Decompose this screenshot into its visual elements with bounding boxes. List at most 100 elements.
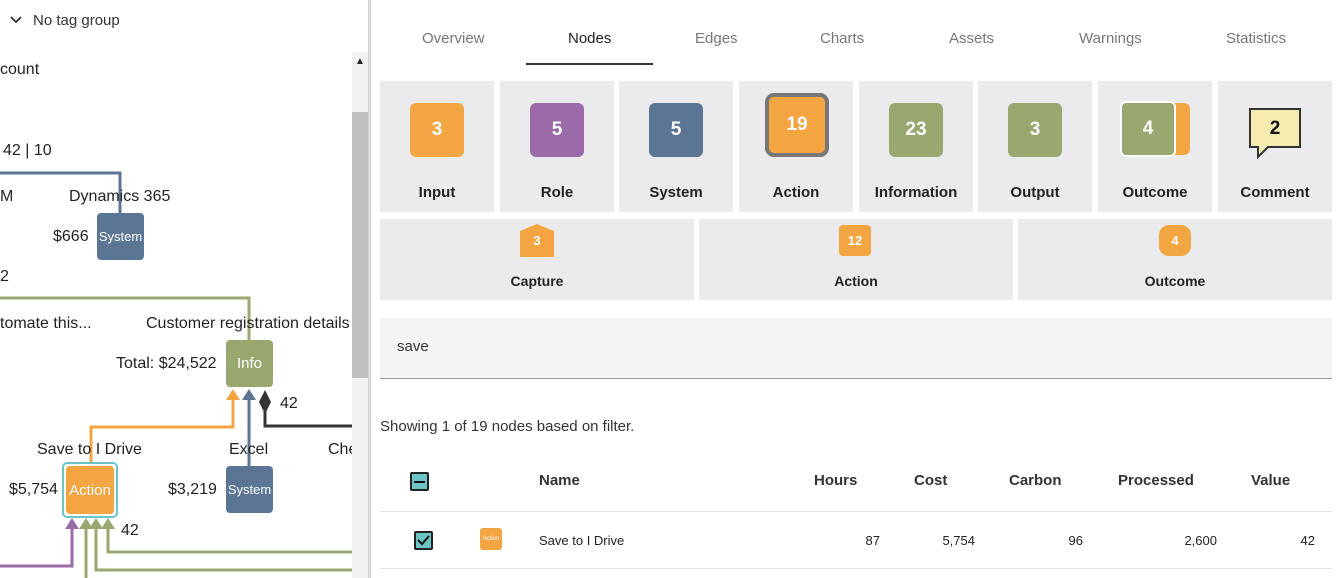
- canvas-scrollbar-thumb[interactable]: [352, 112, 368, 378]
- card-outcome-label: Outcome: [1122, 184, 1188, 201]
- system-node-excel[interactable]: System: [226, 466, 273, 513]
- canvas-label-cost-3219: $3,219: [168, 481, 217, 498]
- tag-group-header[interactable]: No tag group: [0, 0, 352, 40]
- card-output[interactable]: 3 Output: [978, 81, 1092, 212]
- arrow-head-green-c: [101, 518, 115, 529]
- process-map-canvas[interactable]: count 42 | 10 M Dynamics 365 $666 System…: [0, 0, 352, 578]
- card-output-label: Output: [1010, 184, 1060, 201]
- column-header-hours[interactable]: Hours: [814, 472, 857, 489]
- comment-count: 2: [1269, 118, 1281, 139]
- tab-warnings[interactable]: Warnings: [1079, 30, 1142, 47]
- canvas-label-customer-registration: Customer registration details: [146, 315, 350, 332]
- card-outcome[interactable]: 4 Outcome: [1098, 81, 1212, 212]
- canvas-label-42-b: 42: [121, 522, 139, 539]
- chevron-down-icon[interactable]: [8, 12, 24, 28]
- diamond-marker: [259, 390, 271, 414]
- column-header-carbon[interactable]: Carbon: [1009, 472, 1062, 489]
- subcard-action[interactable]: 12 Action: [699, 219, 1013, 300]
- card-role-label: Role: [540, 184, 574, 201]
- active-tab-indicator: [526, 63, 653, 65]
- tab-edges[interactable]: Edges: [695, 30, 738, 47]
- card-comment-label: Comment: [1240, 184, 1310, 201]
- outcome-sub-count: 4: [1159, 225, 1191, 256]
- tab-charts[interactable]: Charts: [820, 30, 864, 47]
- details-panel: Overview Nodes Edges Charts Assets Warni…: [371, 0, 1337, 578]
- arrow-head-purple: [65, 518, 79, 529]
- outcome-count-badge: 4: [1120, 101, 1176, 157]
- node-search-input[interactable]: [397, 336, 1297, 356]
- check-icon: [417, 535, 430, 546]
- tab-nodes[interactable]: Nodes: [568, 30, 611, 47]
- card-system-label: System: [649, 184, 703, 201]
- card-action[interactable]: 19 Action: [739, 81, 853, 212]
- column-header-value[interactable]: Value: [1251, 472, 1290, 489]
- subcard-capture[interactable]: 3 Capture: [380, 219, 694, 300]
- node-search-box: [380, 318, 1332, 379]
- canvas-label-42-a: 42: [280, 395, 298, 412]
- subcard-outcome[interactable]: 4 Outcome: [1018, 219, 1332, 300]
- cell-carbon: 96: [1068, 533, 1083, 548]
- action-count-badge: 19: [765, 93, 829, 157]
- canvas-label-excel: Excel: [229, 441, 269, 458]
- connector-dark-line: [263, 406, 352, 428]
- cell-processed: 2,600: [1184, 533, 1217, 548]
- output-count-badge: 3: [1008, 103, 1062, 157]
- cell-value: 42: [1300, 533, 1315, 548]
- tab-assets[interactable]: Assets: [949, 30, 994, 47]
- arrow-head-green-b: [89, 518, 103, 529]
- subcard-action-label: Action: [834, 273, 878, 289]
- select-all-checkbox[interactable]: [410, 472, 429, 491]
- row-divider: [380, 568, 1332, 569]
- subcard-capture-label: Capture: [510, 273, 564, 289]
- canvas-label-automate: tomate this...: [0, 315, 92, 332]
- card-input[interactable]: 3 Input: [380, 81, 494, 212]
- canvas-label-two: 2: [0, 268, 9, 285]
- canvas-label-cost-5754: $5,754: [9, 481, 58, 498]
- canvas-label-save-to-drive: Save to I Drive: [37, 441, 142, 458]
- canvas-label-ratio: 42 | 10: [3, 142, 52, 159]
- action-node-save-to-drive[interactable]: Action: [66, 466, 114, 514]
- system-count-badge: 5: [649, 103, 703, 157]
- card-role[interactable]: 5 Role: [500, 81, 614, 212]
- action-type-icon: Action: [480, 528, 502, 550]
- card-system[interactable]: 5 System: [619, 81, 733, 212]
- canvas-label-total: Total: $24,522: [116, 355, 217, 372]
- subcard-outcome-label: Outcome: [1144, 273, 1206, 289]
- card-comment[interactable]: 2 Comment: [1218, 81, 1332, 212]
- information-count-badge: 23: [889, 103, 943, 157]
- tag-group-label: No tag group: [33, 11, 120, 29]
- card-information[interactable]: 23 Information: [859, 81, 973, 212]
- canvas-label-cost-666: $666: [53, 228, 89, 245]
- info-node[interactable]: Info: [226, 340, 273, 387]
- column-header-cost[interactable]: Cost: [914, 472, 947, 489]
- cell-cost: 5,754: [942, 533, 975, 548]
- header-divider: [380, 511, 1332, 512]
- system-node-top[interactable]: System: [97, 213, 144, 260]
- tab-statistics[interactable]: Statistics: [1226, 30, 1286, 47]
- column-header-processed[interactable]: Processed: [1118, 472, 1194, 489]
- cell-hours: 87: [865, 533, 880, 548]
- canvas-label-che: Che: [328, 441, 352, 458]
- card-input-label: Input: [418, 184, 456, 201]
- canvas-label-count: count: [0, 61, 40, 78]
- card-action-label: Action: [772, 184, 820, 201]
- indeterminate-icon: [414, 480, 425, 483]
- canvas-label-dynamics: Dynamics 365: [69, 188, 171, 205]
- arrow-head-orange: [226, 389, 240, 400]
- row-checkbox[interactable]: [414, 531, 433, 550]
- capture-count: 3: [533, 233, 541, 248]
- card-information-label: Information: [874, 184, 958, 201]
- cell-name: Save to I Drive: [539, 533, 625, 548]
- scroll-up-icon[interactable]: ▲: [353, 56, 367, 70]
- input-count-badge: 3: [410, 103, 464, 157]
- canvas-label-m: M: [0, 188, 14, 205]
- tab-bar: Overview Nodes Edges Charts Assets Warni…: [371, 0, 1337, 66]
- tab-overview[interactable]: Overview: [422, 30, 485, 47]
- action-sub-count: 12: [839, 225, 871, 256]
- column-header-name[interactable]: Name: [539, 472, 580, 489]
- process-map-panel: count 42 | 10 M Dynamics 365 $666 System…: [0, 0, 370, 578]
- filter-summary: Showing 1 of 19 nodes based on filter.: [380, 418, 635, 435]
- connector-purple-line: [0, 528, 74, 568]
- connector-green-line-c: [106, 528, 352, 554]
- role-count-badge: 5: [530, 103, 584, 157]
